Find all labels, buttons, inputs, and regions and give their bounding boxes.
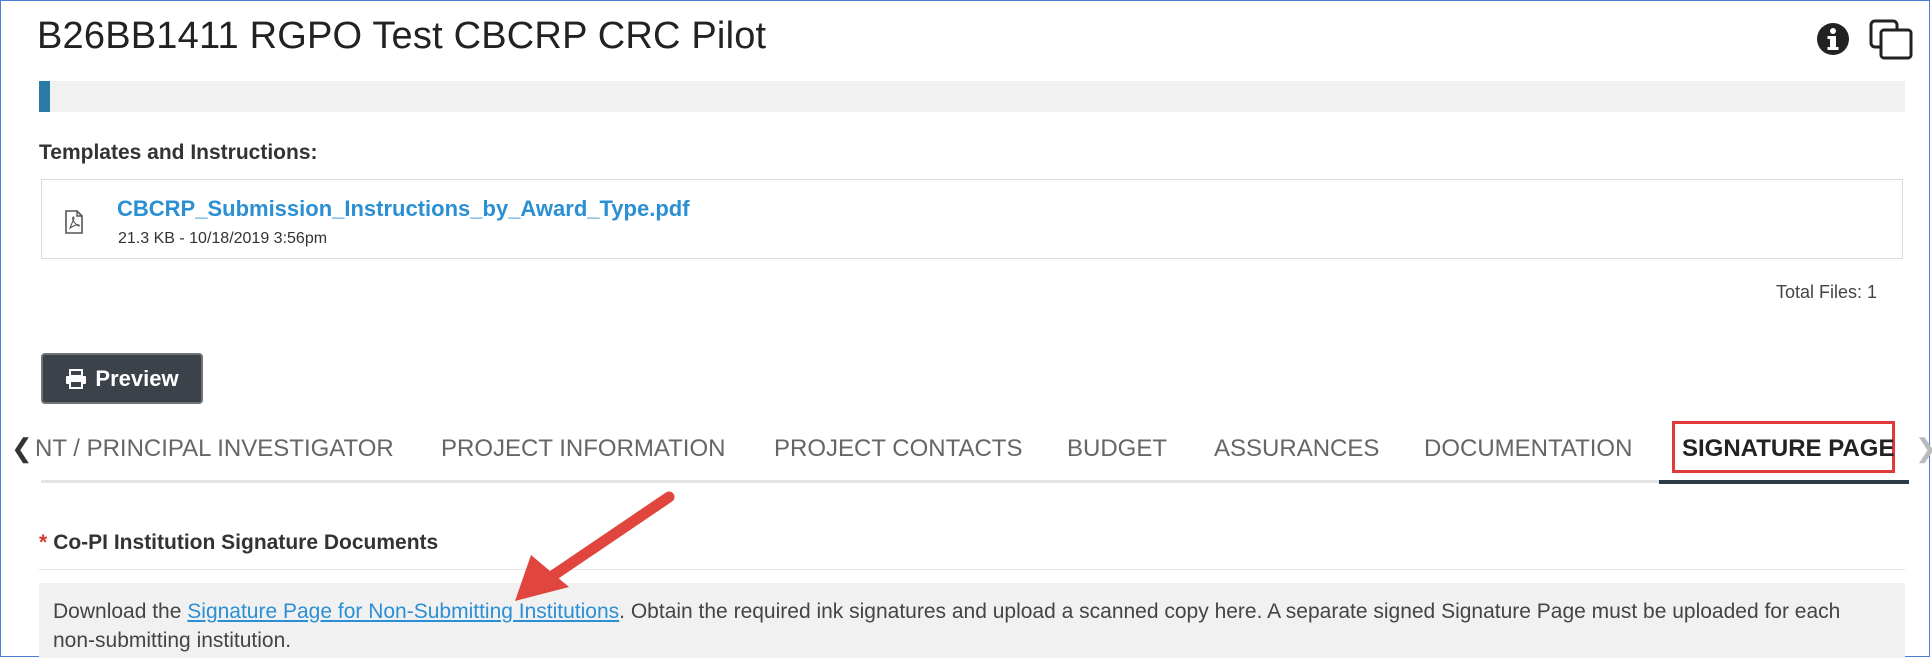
chevron-right-icon[interactable]: ❯ (1915, 433, 1932, 464)
section-tabs: ❮ NT / PRINCIPAL INVESTIGATOR PROJECT IN… (1, 421, 1932, 484)
tab-assurances[interactable]: ASSURANCES (1214, 435, 1379, 463)
preview-button-label: Preview (95, 365, 179, 391)
file-list-item: CBCRP_Submission_Instructions_by_Award_T… (41, 179, 1903, 259)
page-frame: B26BB1411 RGPO Test CBCRP CRC Pilot Temp… (0, 0, 1932, 658)
instructions-text-before: Download the (53, 600, 188, 623)
signature-instructions-text: Download the Signature Page for Non-Subm… (53, 597, 1883, 655)
tab-principal-investigator[interactable]: NT / PRINCIPAL INVESTIGATOR (35, 435, 394, 463)
section-divider (39, 569, 1905, 570)
tabs-divider (41, 480, 1907, 483)
print-icon (66, 368, 87, 389)
tab-project-contacts[interactable]: PROJECT CONTACTS (774, 435, 1022, 463)
pdf-file-icon (65, 210, 83, 234)
tab-documentation[interactable]: DOCUMENTATION (1424, 435, 1632, 463)
total-files-count: Total Files: 1 (1775, 282, 1877, 302)
required-marker: * (39, 531, 48, 554)
active-tab-underline (1659, 480, 1909, 484)
templates-label: Templates and Instructions: (39, 141, 318, 164)
preview-button[interactable]: Preview (41, 353, 203, 404)
tab-signature-page[interactable]: SIGNATURE PAGE (1682, 435, 1894, 463)
progress-bar-fill (39, 81, 51, 112)
signature-documents-label: * Co-PI Institution Signature Documents (39, 531, 438, 555)
progress-bar (39, 81, 1905, 112)
tab-project-information[interactable]: PROJECT INFORMATION (441, 435, 725, 463)
page-title: B26BB1411 RGPO Test CBCRP CRC Pilot (37, 15, 767, 57)
signature-documents-label-text: Co-PI Institution Signature Documents (53, 531, 439, 554)
annotation-arrow-icon (515, 491, 675, 601)
copy-window-icon[interactable] (1869, 19, 1915, 61)
file-meta: 21.3 KB - 10/18/2019 3:56pm (118, 230, 328, 247)
file-download-link[interactable]: CBCRP_Submission_Instructions_by_Award_T… (117, 196, 690, 222)
tab-budget[interactable]: BUDGET (1067, 435, 1167, 463)
info-circle-icon[interactable] (1815, 21, 1851, 57)
chevron-left-icon[interactable]: ❮ (11, 433, 33, 464)
signature-instructions-panel: Download the Signature Page for Non-Subm… (39, 583, 1905, 658)
